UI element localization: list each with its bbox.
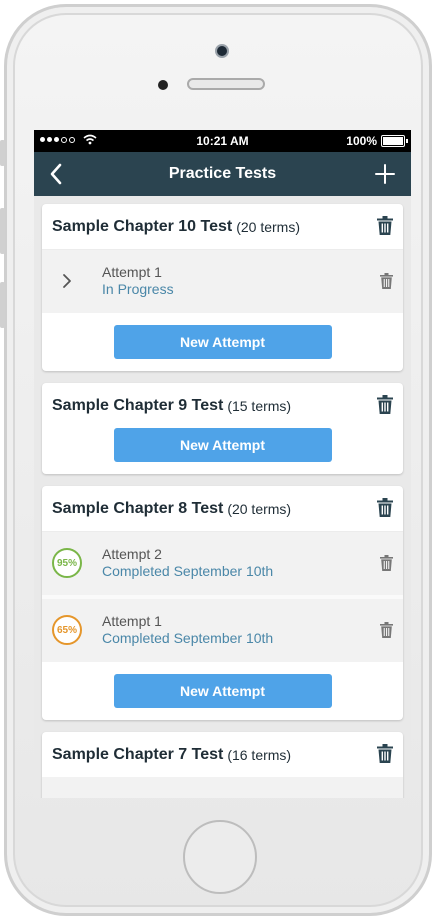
home-button[interactable] [183, 820, 257, 894]
attempt-info: Attempt 2 Completed September 10th [102, 546, 273, 580]
delete-test-icon[interactable] [377, 498, 393, 517]
battery-percent: 100% [346, 134, 377, 148]
chevron-right-icon [63, 274, 71, 288]
new-attempt-button[interactable]: New Attempt [113, 325, 332, 359]
test-card: Sample Chapter 9 Test (15 terms) New Att… [42, 383, 403, 474]
test-card-header[interactable]: Sample Chapter 8 Test (20 terms) [42, 486, 403, 531]
attempt-row[interactable]: 95% Attempt 2 Completed September 10th [42, 531, 403, 595]
attempt-status: Completed September 10th [102, 630, 274, 646]
plus-icon [375, 164, 395, 184]
attempt-name: Attempt 1 [102, 613, 162, 629]
attempt-status: Completed September 10th [102, 563, 274, 579]
button-row: New Attempt [42, 662, 403, 720]
score-circle: 95% [52, 548, 82, 578]
test-list: Sample Chapter 10 Test (20 terms) Attemp… [34, 196, 411, 798]
score-circle: 65% [52, 615, 82, 645]
new-attempt-button[interactable]: New Attempt [113, 674, 332, 708]
button-row: New Attempt [42, 428, 403, 474]
proximity-sensor [158, 80, 168, 90]
earpiece-speaker [187, 78, 265, 90]
status-bar: 10:21 AM 100% [34, 130, 411, 152]
volume-down-button [0, 282, 5, 328]
delete-attempt-icon[interactable] [380, 273, 393, 289]
delete-test-icon[interactable] [377, 395, 393, 414]
page-title: Practice Tests [168, 165, 277, 182]
front-camera [215, 44, 229, 58]
test-card-header[interactable]: Sample Chapter 9 Test (15 terms) [42, 383, 403, 428]
mute-switch [0, 140, 5, 166]
delete-test-icon[interactable] [377, 216, 393, 235]
test-title: Sample Chapter 8 Test [52, 499, 224, 517]
attempt-row[interactable]: 65% Attempt 1 Completed September 10th [42, 595, 403, 662]
test-title: Sample Chapter 9 Test [52, 396, 224, 414]
attempt-info: Attempt 1 Completed September 10th [102, 613, 273, 647]
delete-attempt-icon[interactable] [380, 622, 393, 638]
battery-icon [381, 135, 408, 147]
test-title: Sample Chapter 10 Test [52, 217, 233, 235]
attempt-row[interactable]: Attempt 1 In Progress [42, 249, 403, 313]
delete-test-icon[interactable] [377, 744, 393, 763]
attempt-name: Attempt 1 [102, 264, 162, 280]
back-button[interactable] [42, 160, 70, 188]
nav-bar: Practice Tests [34, 152, 411, 196]
test-terms-count: (20 terms) [227, 500, 292, 517]
attempt-info: Attempt 1 In Progress [102, 264, 174, 298]
screen: 10:21 AM 100% Practice Tests Sample Chap… [34, 130, 411, 798]
test-card-header[interactable]: Sample Chapter 7 Test (16 terms) [42, 732, 403, 777]
expand-chevron[interactable] [50, 264, 84, 298]
test-terms-count: (16 terms) [227, 746, 292, 763]
delete-attempt-icon[interactable] [380, 555, 393, 571]
attempt-status: In Progress [102, 281, 174, 297]
test-terms-count: (15 terms) [227, 397, 292, 414]
score-badge: 65% [50, 613, 84, 647]
attempt-name: Attempt 2 [102, 546, 162, 562]
test-title: Sample Chapter 7 Test [52, 745, 224, 763]
volume-up-button [0, 208, 5, 254]
test-card: Sample Chapter 10 Test (20 terms) Attemp… [42, 204, 403, 371]
new-attempt-button[interactable]: New Attempt [113, 428, 332, 462]
attempt-row [42, 777, 403, 798]
test-card-header[interactable]: Sample Chapter 10 Test (20 terms) [42, 204, 403, 249]
test-card: Sample Chapter 7 Test (16 terms) [42, 732, 403, 798]
button-row: New Attempt [42, 313, 403, 371]
test-card: Sample Chapter 8 Test (20 terms) 95% Att… [42, 486, 403, 720]
battery-status: 100% [346, 134, 408, 148]
add-test-button[interactable] [371, 160, 399, 188]
score-badge: 95% [50, 546, 84, 580]
chevron-left-icon [50, 163, 62, 185]
test-terms-count: (20 terms) [236, 218, 301, 235]
